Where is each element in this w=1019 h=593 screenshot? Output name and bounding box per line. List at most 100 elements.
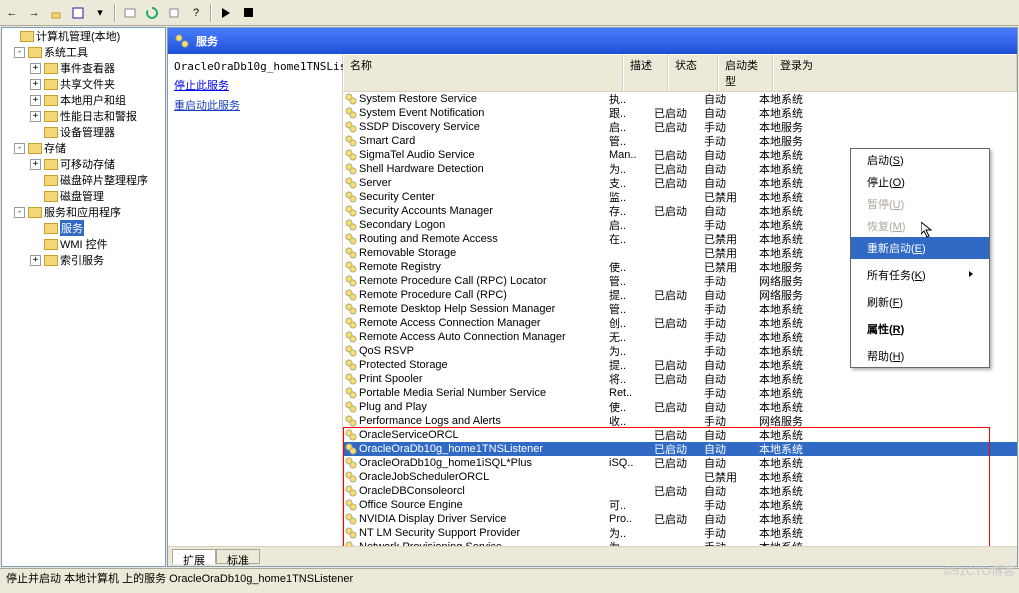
service-icon — [345, 149, 357, 161]
table-row[interactable]: NVIDIA Display Driver ServicePro..已启动自动本… — [343, 512, 1017, 526]
table-row[interactable]: OracleOraDb10g_home1TNSListener已启动自动本地系统 — [343, 442, 1017, 456]
col-name[interactable]: 名称 — [343, 54, 623, 91]
tree-item[interactable]: -系统工具 — [2, 44, 165, 60]
list-header[interactable]: 名称 描述 状态 启动类型 登录为 — [343, 54, 1017, 92]
service-icon — [345, 219, 357, 231]
service-rows[interactable]: 启动(S)停止(O)暂停(U)恢复(M)重新启动(E)所有任务(K)刷新(F)属… — [343, 92, 1017, 546]
tab-strip[interactable]: 扩展 标准 — [168, 546, 1017, 566]
table-row[interactable]: OracleOraDb10g_home1iSQL*PlusiSQ..已启动自动本… — [343, 456, 1017, 470]
service-icon — [345, 177, 357, 189]
table-row[interactable]: System Restore Service执..自动本地系统 — [343, 92, 1017, 106]
tree-item[interactable]: WMI 控件 — [2, 236, 165, 252]
misc-button[interactable]: ▾ — [90, 3, 110, 23]
device-icon — [44, 125, 58, 139]
menu-item[interactable]: 所有任务(K) — [851, 264, 989, 286]
service-icon — [345, 205, 357, 217]
table-row[interactable]: OracleJobSchedulerORCL已禁用本地系统 — [343, 470, 1017, 484]
menu-item[interactable]: 刷新(F) — [851, 291, 989, 313]
service-icon — [345, 401, 357, 413]
tree-item[interactable]: 设备管理器 — [2, 124, 165, 140]
col-desc[interactable]: 描述 — [623, 54, 668, 91]
table-row[interactable]: Plug and Play使..已启动自动本地系统 — [343, 400, 1017, 414]
start-button[interactable] — [216, 3, 236, 23]
view-button[interactable] — [68, 3, 88, 23]
help-button[interactable]: ? — [186, 3, 206, 23]
restart-link[interactable]: 重启动此服务 — [174, 97, 336, 113]
table-row[interactable]: Portable Media Serial Number ServiceRet.… — [343, 386, 1017, 400]
menu-item[interactable]: 属性(R) — [851, 318, 989, 340]
menu-item[interactable]: 启动(S) — [851, 149, 989, 171]
service-icon — [345, 191, 357, 203]
tab-extended[interactable]: 扩展 — [172, 549, 216, 564]
tree-item[interactable]: +事件查看器 — [2, 60, 165, 76]
back-button[interactable]: ← — [2, 3, 22, 23]
wmi-icon — [44, 237, 58, 251]
service-icon — [345, 373, 357, 385]
service-icon — [345, 429, 357, 441]
stop-button[interactable] — [238, 3, 258, 23]
svc-icon — [44, 221, 58, 235]
table-row[interactable]: Print Spooler将..已启动自动本地系统 — [343, 372, 1017, 386]
table-row[interactable]: OracleServiceORCL已启动自动本地系统 — [343, 428, 1017, 442]
forward-button[interactable]: → — [24, 3, 44, 23]
tree-item[interactable]: -服务和应用程序 — [2, 204, 165, 220]
service-icon — [345, 499, 357, 511]
props-button[interactable] — [120, 3, 140, 23]
table-row[interactable]: System Event Notification跟..已启动自动本地系统 — [343, 106, 1017, 120]
tree-item[interactable]: +可移动存储 — [2, 156, 165, 172]
index-icon — [44, 253, 58, 267]
stop-link[interactable]: 停止此服务 — [174, 77, 336, 93]
status-bar: 停止并启动 本地计算机 上的服务 OracleOraDb10g_home1TNS… — [0, 568, 1019, 586]
menu-item[interactable]: 重新启动(E) — [851, 237, 989, 259]
tree-item[interactable]: 磁盘碎片整理程序 — [2, 172, 165, 188]
service-icon — [345, 471, 357, 483]
tree-item[interactable]: 计算机管理(本地) — [2, 28, 165, 44]
export-button[interactable] — [164, 3, 184, 23]
perf-icon — [44, 109, 58, 123]
service-icon — [345, 317, 357, 329]
up-button[interactable] — [46, 3, 66, 23]
col-startup[interactable]: 启动类型 — [718, 54, 773, 91]
service-icon — [345, 359, 357, 371]
toolbar: ← → ▾ ? — [0, 0, 1019, 26]
refresh-button[interactable] — [142, 3, 162, 23]
service-icon — [345, 261, 357, 273]
service-icon — [345, 135, 357, 147]
table-row[interactable]: Smart Card管..手动本地服务 — [343, 134, 1017, 148]
table-row[interactable]: Network Provisioning Service为..手动本地系统 — [343, 540, 1017, 546]
user-icon — [44, 93, 58, 107]
service-icon — [345, 415, 357, 427]
restart-button[interactable] — [282, 3, 302, 23]
col-status[interactable]: 状态 — [668, 54, 718, 91]
selected-service-name: OracleOraDb10g_home1TNSListener — [174, 60, 336, 73]
tree-item[interactable]: 磁盘管理 — [2, 188, 165, 204]
tree-item[interactable]: +索引服务 — [2, 252, 165, 268]
tree-item[interactable]: +共享文件夹 — [2, 76, 165, 92]
col-logon[interactable]: 登录为 — [773, 54, 1017, 91]
service-icon — [345, 247, 357, 259]
menu-item[interactable]: 帮助(H) — [851, 345, 989, 367]
service-icon — [345, 387, 357, 399]
table-row[interactable]: SSDP Discovery Service启..已启动手动本地服务 — [343, 120, 1017, 134]
services-icon — [174, 33, 190, 49]
menu-item[interactable]: 停止(O) — [851, 171, 989, 193]
tree-item[interactable]: -存储 — [2, 140, 165, 156]
table-row[interactable]: OracleDBConsoleorcl已启动自动本地系统 — [343, 484, 1017, 498]
service-icon — [345, 93, 357, 105]
table-row[interactable]: Office Source Engine可..手动本地系统 — [343, 498, 1017, 512]
pause-button[interactable] — [260, 3, 280, 23]
service-icon — [345, 233, 357, 245]
tree-item[interactable]: +性能日志和警报 — [2, 108, 165, 124]
table-row[interactable]: NT LM Security Support Provider为..手动本地系统 — [343, 526, 1017, 540]
service-icon — [345, 457, 357, 469]
storage-icon — [28, 141, 42, 155]
tree-item[interactable]: +本地用户和组 — [2, 92, 165, 108]
nav-tree[interactable]: 计算机管理(本地)-系统工具+事件查看器+共享文件夹+本地用户和组+性能日志和警… — [1, 27, 166, 567]
detail-pane: OracleOraDb10g_home1TNSListener 停止此服务 重启… — [168, 54, 343, 546]
context-menu[interactable]: 启动(S)停止(O)暂停(U)恢复(M)重新启动(E)所有任务(K)刷新(F)属… — [850, 148, 990, 368]
service-icon — [345, 107, 357, 119]
service-icon — [345, 527, 357, 539]
table-row[interactable]: Performance Logs and Alerts收..手动网络服务 — [343, 414, 1017, 428]
tree-item[interactable]: 服务 — [2, 220, 165, 236]
tab-standard[interactable]: 标准 — [216, 549, 260, 564]
